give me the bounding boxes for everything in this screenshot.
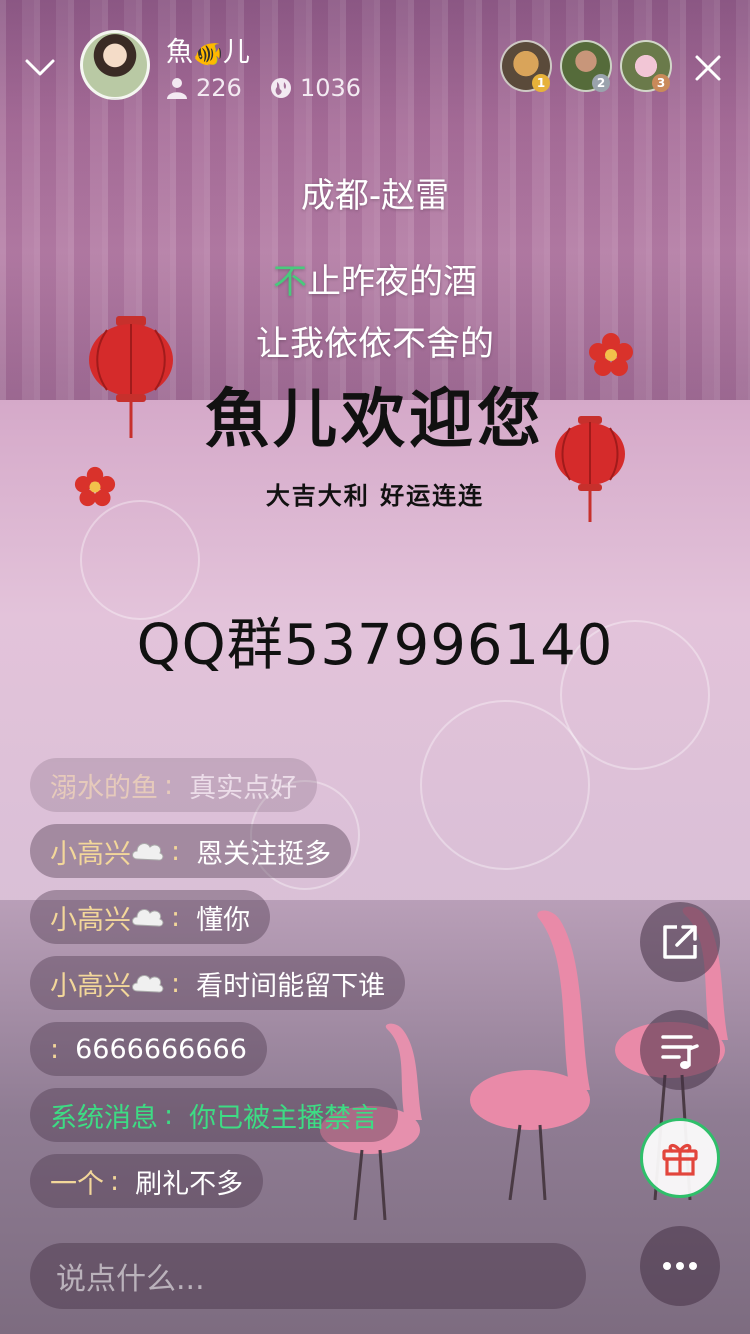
gift-button[interactable] bbox=[640, 1118, 720, 1198]
comment-input-placeholder: 说点什么... bbox=[56, 1262, 205, 1297]
chat-message[interactable]: 溺水的鱼: 真实点好 bbox=[30, 758, 318, 812]
chat-separator: : bbox=[171, 835, 181, 867]
close-icon[interactable] bbox=[690, 50, 726, 86]
host-avatar[interactable] bbox=[80, 30, 150, 100]
chat-separator: : bbox=[171, 901, 181, 933]
chat-text: 你已被主播禁言 bbox=[189, 1102, 379, 1134]
share-button[interactable] bbox=[640, 902, 720, 982]
blessing-text: 大吉大利 好运连连 bbox=[265, 481, 485, 510]
host-name-text: 魚 bbox=[166, 37, 193, 68]
chat-text: 真实点好 bbox=[189, 772, 298, 804]
heat-stat: 1036 bbox=[270, 74, 361, 102]
heat-icon bbox=[271, 78, 291, 98]
fish-emoji: 🐠 bbox=[193, 39, 223, 68]
fans-stat: 226 bbox=[166, 74, 242, 102]
comment-input[interactable]: 说点什么... bbox=[30, 1243, 586, 1309]
share-icon bbox=[663, 925, 697, 959]
chat-message[interactable]: 小高兴 : 恩关注挺多 bbox=[30, 824, 352, 878]
chat-username: 一个 bbox=[50, 1168, 104, 1200]
chat-message[interactable]: :6666666666 bbox=[30, 1022, 267, 1076]
more-button[interactable] bbox=[640, 1226, 720, 1306]
rank-badge: 3 bbox=[652, 74, 670, 92]
chat-separator: : bbox=[164, 769, 174, 801]
cloud-badge-icon bbox=[132, 843, 164, 861]
lyric-line-1: 不止昨夜的酒 bbox=[0, 254, 750, 303]
gift-icon bbox=[662, 1143, 698, 1176]
song-title: 成都-赵雷 bbox=[300, 176, 450, 216]
chat-message-system[interactable]: 系统消息: 你已被主播禁言 bbox=[30, 1088, 399, 1142]
chat-message[interactable]: 小高兴 : 懂你 bbox=[30, 890, 271, 944]
chat-text: 刷礼不多 bbox=[135, 1168, 244, 1200]
chat-text: 懂你 bbox=[196, 904, 251, 936]
cloud-badge-icon bbox=[132, 909, 164, 927]
fans-count: 226 bbox=[196, 74, 242, 102]
chat-text: 6666666666 bbox=[75, 1033, 247, 1065]
chat-username: 小高兴 bbox=[50, 970, 131, 1002]
rank-badge: 1 bbox=[532, 74, 550, 92]
bokeh-circle bbox=[420, 700, 590, 870]
playlist-icon bbox=[661, 1035, 699, 1069]
rank-badge: 2 bbox=[592, 74, 610, 92]
host-name[interactable]: 魚🐠儿 bbox=[166, 30, 250, 69]
lyric-rest: 止昨夜的酒 bbox=[307, 262, 477, 302]
chat-message[interactable]: 一个: 刷礼不多 bbox=[30, 1154, 264, 1208]
chat-text: 恩关注挺多 bbox=[196, 838, 332, 870]
chat-username: 小高兴 bbox=[50, 838, 131, 870]
person-icon bbox=[167, 78, 187, 99]
heat-count: 1036 bbox=[300, 74, 362, 102]
more-icon bbox=[663, 1262, 697, 1270]
lyric-highlight: 不 bbox=[273, 262, 307, 302]
chat-separator: : bbox=[110, 1165, 120, 1197]
playlist-button[interactable] bbox=[640, 1010, 720, 1090]
chat-separator: : bbox=[50, 1033, 60, 1065]
chat-separator: : bbox=[171, 967, 181, 999]
chevron-down-icon[interactable] bbox=[22, 52, 58, 82]
qq-group-text: QQ群537996140 bbox=[136, 613, 614, 678]
host-name-suffix: 儿 bbox=[222, 37, 250, 68]
chat-text: 看时间能留下谁 bbox=[196, 970, 386, 1002]
chat-separator: : bbox=[164, 1099, 174, 1131]
chat-username: 小高兴 bbox=[50, 904, 131, 936]
chat-message[interactable]: 小高兴 : 看时间能留下谁 bbox=[30, 956, 406, 1010]
chat-username: 系统消息 bbox=[50, 1102, 158, 1134]
cloud-badge-icon bbox=[132, 975, 164, 993]
chat-username: 溺水的鱼 bbox=[50, 772, 158, 804]
welcome-banner: 魚儿欢迎您 bbox=[205, 382, 545, 457]
